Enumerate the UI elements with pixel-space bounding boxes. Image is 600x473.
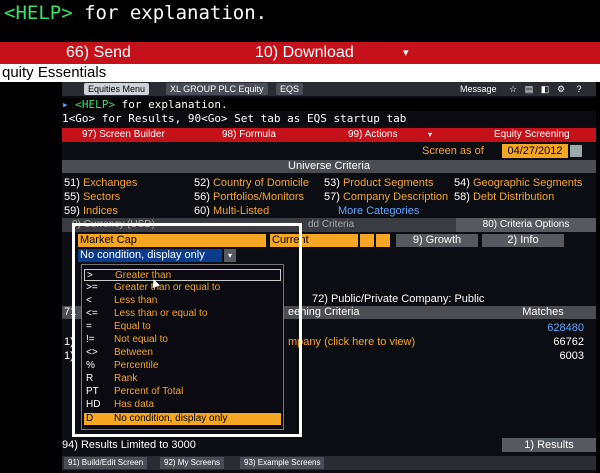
window-title: quity Essentials	[0, 64, 600, 82]
dropdown-option[interactable]: != Not equal to	[84, 334, 281, 346]
tabs-row: Equities Menu XL GROUP PLC Equity EQS Me…	[62, 82, 596, 96]
match-count: 628480	[547, 322, 584, 334]
command-help-text: for explanation.	[115, 98, 228, 111]
match-count: 6003	[559, 350, 584, 362]
calendar-icon[interactable]	[570, 145, 582, 157]
dropdown-option[interactable]: R Rank	[84, 373, 281, 385]
command-help-key: <HELP>	[75, 98, 115, 111]
dropdown-option-selected[interactable]: D No condition, display only	[84, 413, 281, 425]
tab-my-screens[interactable]: 92) My Screens	[160, 457, 225, 469]
tab-build-edit-screen[interactable]: 91) Build/Edit Screen	[64, 457, 148, 469]
criteria-options-button[interactable]: 80) Criteria Options	[456, 218, 596, 232]
function-menu-bar: 97) Screen Builder 98) Formula 99) Actio…	[62, 128, 596, 142]
chart-icon[interactable]: ▤	[524, 84, 534, 94]
match-count: 66762	[553, 336, 584, 348]
help-key[interactable]: <HELP>	[4, 2, 73, 24]
command-hint: 1<Go> for Results, 90<Go> Set tab as EQS…	[62, 112, 596, 125]
value-box[interactable]	[376, 234, 390, 247]
screen-as-of: Screen as of 04/27/2012	[422, 144, 596, 158]
dropdown-option[interactable]: >= Greater than or equal to	[84, 282, 281, 294]
universe-product-segments[interactable]: 53) Product Segments	[324, 176, 433, 190]
universe-more-categories[interactable]: More Categories	[338, 204, 419, 218]
condition-dropdown-list: > Greater than >= Greater than or equal to…	[81, 264, 284, 430]
star-icon[interactable]: ☆	[508, 84, 518, 94]
dropdown-option[interactable]: % Percentile	[84, 360, 281, 372]
alert-icon[interactable]: ◧	[540, 84, 550, 94]
universe-company-description[interactable]: 57) Company Description	[324, 190, 448, 204]
universe-sectors[interactable]: 55) Sectors	[64, 190, 120, 204]
tab-equities-menu[interactable]: Equities Menu	[84, 83, 150, 95]
results-button[interactable]: 1) Results	[502, 438, 596, 452]
actions-arrow-icon[interactable]: ▾	[428, 128, 432, 142]
tab-security[interactable]: XL GROUP PLC Equity	[166, 83, 268, 95]
dropdown-option[interactable]: PT Percent of Total	[84, 386, 281, 398]
universe-portfolios[interactable]: 56) Portfolios/Monitors	[194, 190, 304, 204]
command-line[interactable]: ▸ <HELP> for explanation.	[62, 98, 596, 111]
send-button[interactable]: 66) Send	[66, 42, 131, 64]
dropdown-option[interactable]: <> Between	[84, 347, 281, 359]
help-icon[interactable]: ?	[574, 84, 584, 94]
formula-menu[interactable]: 98) Formula	[222, 128, 276, 142]
top-action-bar: 66) Send 10) Download ▾	[0, 42, 600, 64]
tab-function[interactable]: EQS	[276, 83, 304, 95]
dropdown-option[interactable]: < Less than	[84, 295, 281, 307]
matches-header: Matches	[522, 306, 564, 318]
bottom-tabs: 91) Build/Edit Screen 92) My Screens 93)…	[62, 456, 596, 470]
public-private-filter[interactable]: 72) Public/Private Company: Public	[312, 293, 484, 306]
dropdown-option[interactable]: > Greater than	[84, 269, 281, 281]
universe-debt-distribution[interactable]: 58) Debt Distribution	[454, 190, 554, 204]
actions-menu[interactable]: 99) Actions	[348, 128, 397, 142]
screen-as-of-label: Screen as of	[422, 145, 484, 157]
universe-indices[interactable]: 59) Indices	[64, 204, 118, 218]
tab-example-screens[interactable]: 93) Example Screens	[240, 457, 325, 469]
universe-multi-listed[interactable]: 60) Multi-Listed	[194, 204, 269, 218]
screen-date-input[interactable]: 04/27/2012	[502, 144, 568, 158]
message-button[interactable]: Message	[460, 82, 497, 96]
dropdown-option[interactable]: HD Has data	[84, 399, 281, 411]
settings-icon[interactable]: ⚙	[556, 84, 566, 94]
universe-exchanges[interactable]: 51) Exchanges	[64, 176, 137, 190]
info-button[interactable]: 2) Info	[482, 234, 564, 247]
top-help-line: <HELP> for explanation.	[0, 0, 600, 40]
function-title: Equity Screening	[494, 129, 570, 140]
growth-button[interactable]: 9) Growth	[396, 234, 478, 247]
operator-box[interactable]	[360, 234, 374, 247]
help-text: for explanation.	[72, 2, 268, 24]
universe-geographic-segments[interactable]: 54) Geographic Segments	[454, 176, 582, 190]
download-arrow-icon[interactable]: ▾	[403, 42, 409, 64]
universe-country[interactable]: 52) Country of Domicile	[194, 176, 309, 190]
dropdown-option[interactable]: <= Less than or equal to	[84, 308, 281, 320]
add-criteria-label[interactable]: dd Criteria	[308, 218, 354, 232]
download-button[interactable]: 10) Download	[255, 42, 354, 64]
results-limit[interactable]: 94) Results Limited to 3000	[62, 438, 196, 452]
universe-header: Universe Criteria	[62, 160, 596, 173]
dropdown-option[interactable]: = Equal to	[84, 321, 281, 333]
criteria-row-1-link[interactable]: mpany (click here to view)	[288, 335, 415, 349]
screen-builder-menu[interactable]: 97) Screen Builder	[82, 128, 165, 142]
